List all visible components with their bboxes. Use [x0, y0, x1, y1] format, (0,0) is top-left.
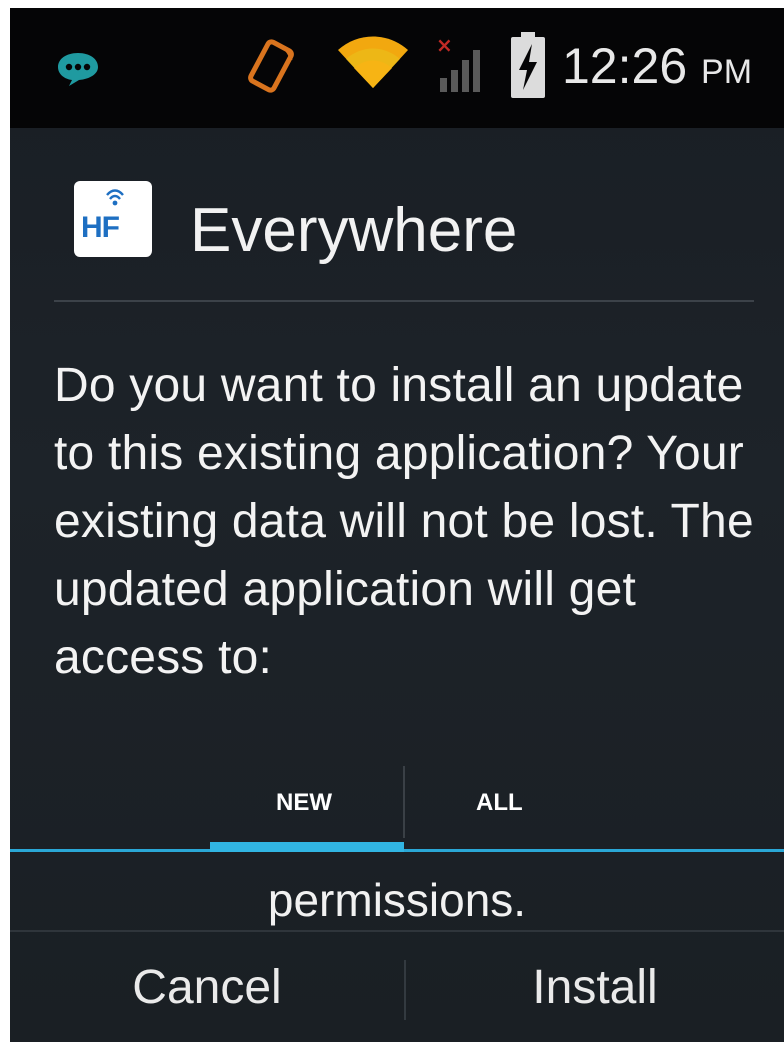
- permission-tabs: NEW ALL: [10, 758, 784, 858]
- status-bar: × 12:26 PM: [10, 8, 784, 128]
- app-icon: HF: [74, 181, 152, 257]
- tab-selected-indicator: [210, 842, 404, 852]
- install-button[interactable]: Install: [406, 932, 784, 1042]
- signal-waves-icon: [106, 189, 124, 206]
- clock-time: 12:26: [562, 38, 688, 94]
- battery-charging-icon: [511, 32, 545, 98]
- header-divider: [54, 300, 754, 302]
- wifi-icon: [338, 36, 408, 88]
- clock-ampm: PM: [701, 53, 753, 91]
- chat-notification-icon: [58, 53, 98, 86]
- signal-no-service-icon: ×: [436, 33, 480, 92]
- svg-text:×: ×: [436, 33, 453, 57]
- install-message: Do you want to install an update to this…: [54, 359, 754, 684]
- app-header: HF Everywhere: [10, 128, 784, 308]
- status-clock: 12:26 PM: [562, 36, 752, 102]
- app-icon-label: HF: [81, 211, 120, 244]
- tab-divider: [403, 766, 405, 838]
- cancel-button[interactable]: Cancel: [10, 932, 404, 1042]
- permissions-text: permissions.: [267, 874, 527, 926]
- tab-all[interactable]: ALL: [406, 758, 602, 848]
- app-name: Everywhere: [190, 196, 518, 265]
- screen-rotation-icon: [248, 39, 294, 93]
- install-dialog-screen: × 12:26 PM HF Everywhere Do you want to …: [10, 8, 784, 1042]
- tab-new[interactable]: NEW: [206, 758, 402, 848]
